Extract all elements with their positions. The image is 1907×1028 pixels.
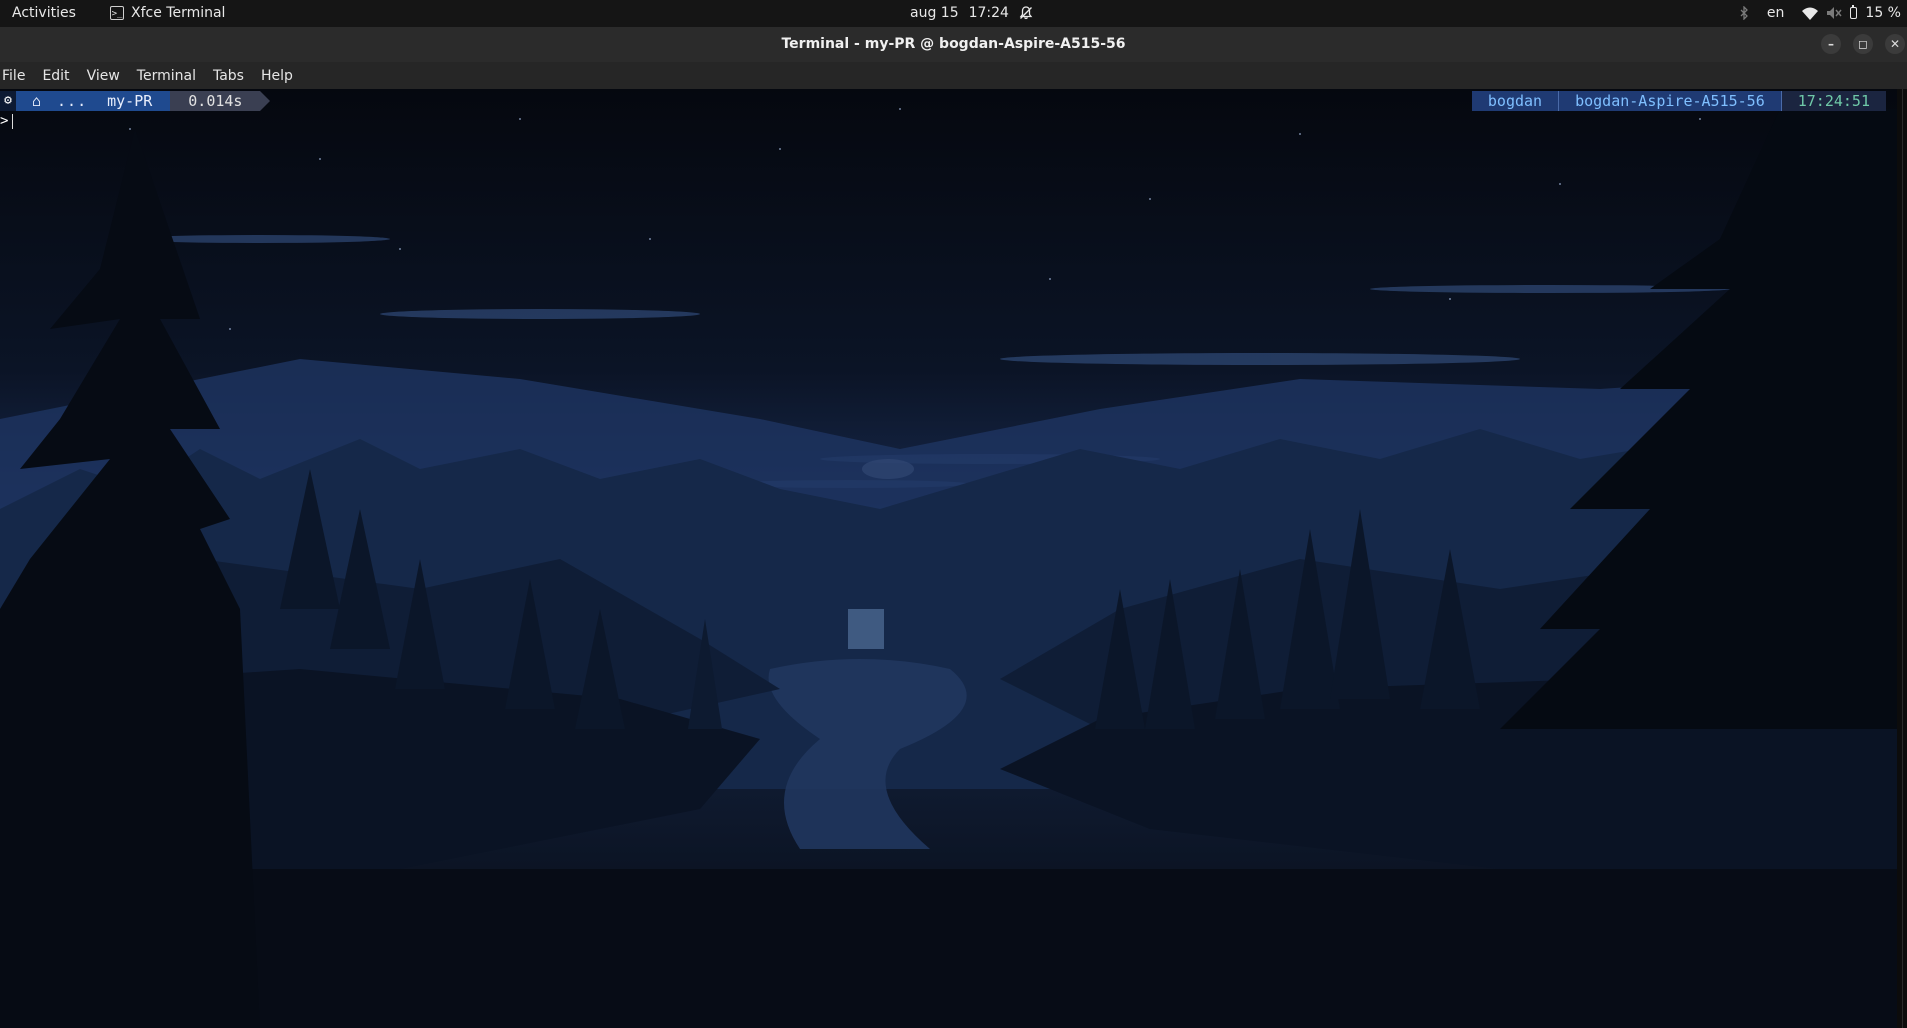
terminal-scrollbar[interactable] (1897, 89, 1907, 1028)
language-indicator[interactable]: en (1767, 5, 1785, 21)
night-forest-background (0, 108, 1897, 1028)
menu-bar: File Edit View Terminal Tabs Help (0, 62, 1907, 89)
maximize-button[interactable]: ◻ (1853, 34, 1873, 54)
system-tray[interactable]: en 15 % (1739, 5, 1901, 21)
desktop: Activities >_ Xfce Terminal aug 15 17:24… (0, 0, 1907, 1028)
scrollbar-track[interactable] (1902, 89, 1903, 1028)
time-label: 17:24 (968, 5, 1009, 21)
app-menu-label: Xfce Terminal (131, 5, 226, 21)
activities-button[interactable]: Activities (12, 5, 76, 21)
clock-button[interactable]: aug 15 17:24 (910, 5, 1033, 21)
os-logo-icon: ⚙ (0, 91, 16, 111)
volume-muted-icon (1827, 7, 1842, 19)
prompt-left: ⚙ ⌂ ... my-PR 0.014s (0, 91, 271, 111)
window-titlebar[interactable]: Terminal - my-PR @ bogdan-Aspire-A515-56… (0, 27, 1907, 62)
prompt-user: bogdan (1471, 91, 1559, 111)
home-glyph: ⌂ (32, 92, 42, 110)
menu-tabs[interactable]: Tabs (209, 62, 251, 89)
window-title: Terminal - my-PR @ bogdan-Aspire-A515-56 (781, 36, 1126, 52)
status-icons[interactable]: 15 % (1802, 5, 1901, 21)
terminal-app-icon: >_ (110, 6, 124, 20)
battery-percent: 15 % (1865, 5, 1901, 21)
top-bar: Activities >_ Xfce Terminal aug 15 17:24… (0, 0, 1907, 27)
prompt-right: bogdan bogdan-Aspire-A515-56 17:24:51 (1471, 91, 1886, 111)
exec-time-segment: 0.014s (170, 91, 271, 111)
prompt-host: bogdan-Aspire-A515-56 (1558, 91, 1781, 111)
exec-time-label: 0.014s (188, 92, 243, 110)
notifications-off-icon (1019, 6, 1033, 20)
window-controls: – ◻ ✕ (1821, 34, 1907, 54)
close-button[interactable]: ✕ (1885, 34, 1905, 54)
segment-separator (260, 91, 271, 111)
app-menu[interactable]: >_ Xfce Terminal (110, 5, 225, 21)
wifi-icon (1802, 7, 1819, 20)
directory-label: my-PR (107, 92, 153, 110)
date-label: aug 15 (910, 5, 959, 21)
text-cursor[interactable] (12, 114, 13, 129)
current-directory: my-PR (97, 91, 181, 111)
prompt-clock: 17:24:51 (1780, 91, 1886, 111)
menu-file[interactable]: File (0, 62, 32, 89)
minimize-button[interactable]: – (1821, 34, 1841, 54)
home-icon: ⌂ (16, 91, 48, 111)
menu-terminal[interactable]: Terminal (133, 62, 203, 89)
menu-view[interactable]: View (83, 62, 127, 89)
prompt-caret: > (0, 113, 9, 129)
battery-icon (1850, 5, 1858, 19)
bluetooth-icon (1740, 6, 1748, 20)
path-ellipsis: ... (47, 91, 98, 111)
menu-help[interactable]: Help (257, 62, 300, 89)
terminal-area[interactable]: ⚙ ⌂ ... my-PR 0.014s bogdan bogdan-Aspir… (0, 89, 1897, 1028)
menu-edit[interactable]: Edit (38, 62, 76, 89)
